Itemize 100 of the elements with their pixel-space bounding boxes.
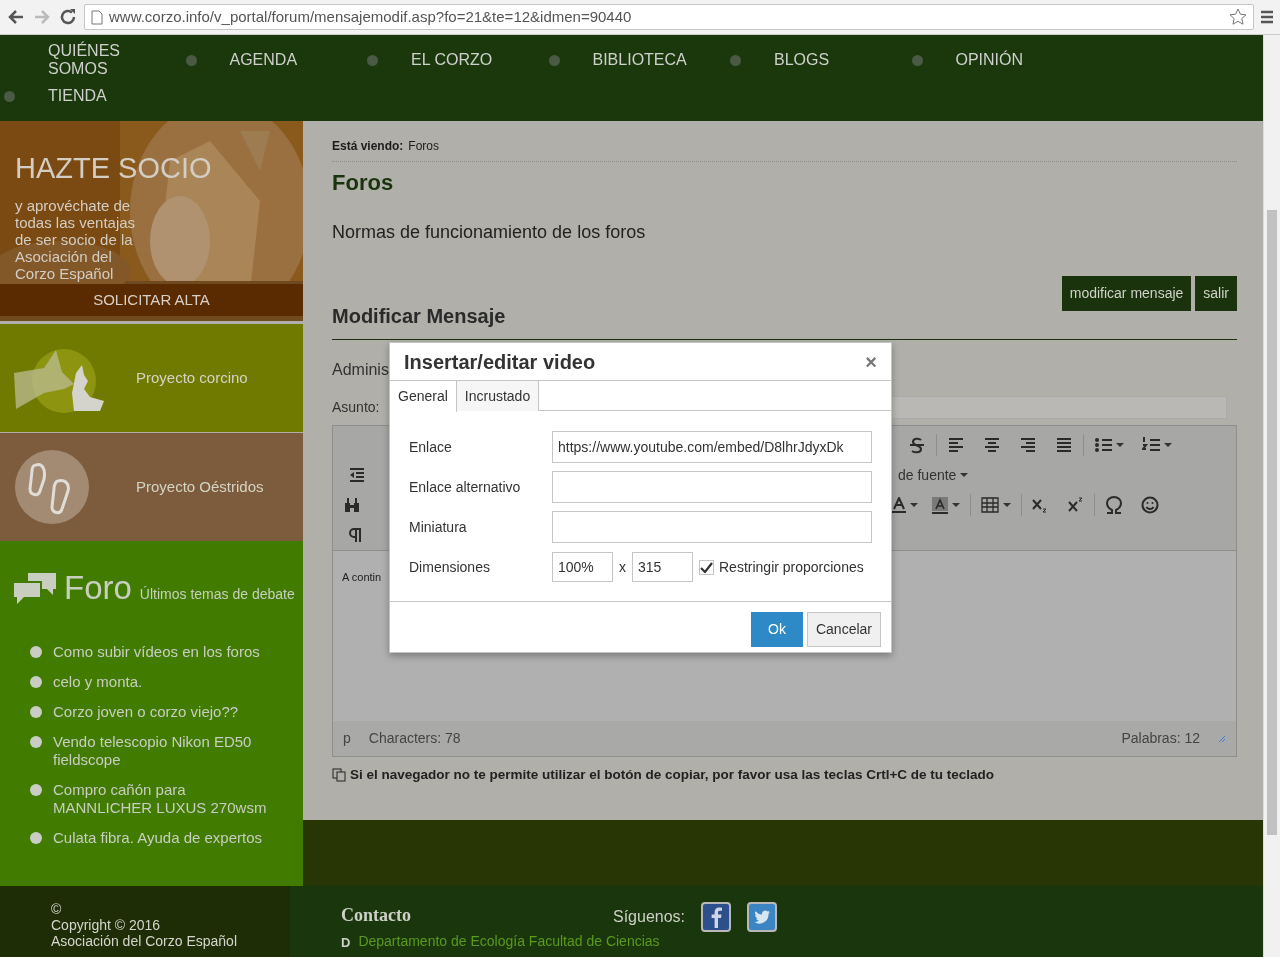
separator-dot <box>367 54 378 66</box>
bullet-list-icon[interactable] <box>1094 436 1112 454</box>
scrollbar-thumb[interactable] <box>1267 210 1277 835</box>
reload-icon[interactable] <box>58 7 78 27</box>
close-button[interactable]: × <box>865 351 877 372</box>
section-title: Modificar Mensaje <box>332 301 1237 340</box>
ok-button[interactable]: Ok <box>751 612 803 647</box>
page-icon <box>91 9 103 25</box>
separator-dot <box>548 54 560 66</box>
scrollbar[interactable] <box>1263 35 1280 957</box>
text-field[interactable]: https://www.youtube.com/embed/D8lhrJdyxDk <box>552 431 872 463</box>
bullet-dot <box>30 832 42 844</box>
cancel-button[interactable]: Cancelar <box>806 612 881 647</box>
nav-link[interactable]: TIENDA <box>48 87 107 105</box>
project-card[interactable]: Proyecto Oéstridos <box>0 433 303 541</box>
omega-icon[interactable] <box>1105 496 1123 514</box>
caret-icon[interactable] <box>960 473 969 477</box>
height-field[interactable]: 315 <box>632 552 693 582</box>
contact-title: Contacto <box>341 904 412 927</box>
subject-label: Asunto: <box>332 398 380 417</box>
menu-icon[interactable] <box>1260 10 1274 24</box>
caret-icon[interactable] <box>952 503 960 507</box>
element-path: p <box>343 729 351 748</box>
bullet-dot <box>30 706 42 718</box>
promo-title: HAZTE SOCIO <box>15 153 213 183</box>
promo-text: y aprovéchate de todas las ventajas de ser socio de la Asociación del Corzo Español <box>15 197 137 282</box>
copy-icon <box>332 768 346 783</box>
text-color-icon[interactable] <box>892 496 906 514</box>
nav-link[interactable]: BIBLIOTECA <box>592 51 687 69</box>
separator-text: x <box>619 557 626 577</box>
separator-dot <box>185 54 197 66</box>
breadcrumb-label: Está viendo: <box>332 139 404 153</box>
checkbox[interactable] <box>699 559 714 575</box>
project-label: Proyecto corcino <box>136 367 248 388</box>
field-label: Dimensiones <box>409 557 491 577</box>
bullet-dot <box>30 784 42 796</box>
bullet-letter: D <box>341 934 351 952</box>
separator-dot <box>911 54 923 66</box>
contact-link[interactable]: Departamento de Ecología Facultad de Ciencias <box>358 933 660 949</box>
author-label: Adminis <box>332 360 389 380</box>
action-button[interactable]: salir <box>1195 276 1237 311</box>
page-title: Foros <box>332 169 395 197</box>
width-field[interactable]: 100% <box>552 552 613 582</box>
bullet-dot <box>30 676 42 688</box>
paragraph-mark-icon[interactable] <box>348 527 364 543</box>
nav-link[interactable]: QUIÉNES SOMOS <box>48 42 158 78</box>
align-right-icon[interactable] <box>1019 436 1037 454</box>
text-field[interactable] <box>552 511 872 543</box>
justify-icon[interactable] <box>1055 436 1073 454</box>
resize-grip-icon[interactable] <box>1218 734 1226 743</box>
address-bar[interactable]: www.corzo.info/v_portal/forum/mensajemodif.asp?fo=21&te=12&idmen=90440 <box>84 4 1254 30</box>
superscript-icon[interactable] <box>1068 497 1084 513</box>
checkbox-label: Restringir proporciones <box>719 557 864 577</box>
caret-icon[interactable] <box>1164 443 1172 447</box>
field-label: Enlace <box>409 437 453 457</box>
nav-link[interactable]: AGENDA <box>229 51 298 69</box>
word-count: Palabras: 12 <box>1121 729 1200 748</box>
font-size-menu[interactable]: de fuente <box>898 464 957 486</box>
outdent-icon[interactable] <box>348 467 366 483</box>
tab[interactable]: Incrustado <box>456 381 540 411</box>
rules-link[interactable]: Normas de funcionamiento de los foros <box>332 222 646 242</box>
project-label: Proyecto Oéstridos <box>136 476 264 497</box>
bullet-dot <box>30 736 42 748</box>
caret-icon[interactable] <box>910 503 918 507</box>
align-left-icon[interactable] <box>947 436 965 454</box>
smiley-icon[interactable] <box>1141 496 1159 514</box>
tab[interactable]: General <box>390 381 457 412</box>
facebook-icon[interactable] <box>701 902 732 932</box>
nav-link[interactable]: BLOGS <box>774 51 830 69</box>
action-button[interactable]: modificar mensaje <box>1061 276 1192 311</box>
url-text: www.corzo.info/v_portal/forum/mensajemodif.asp?fo=21&te=12&idmen=90440 <box>109 6 632 27</box>
star-icon[interactable] <box>1229 8 1247 26</box>
copy-note: Si el navegador no te permite utilizar el botón de copiar, por favor usa las teclas Crtl+C de tu teclado <box>350 766 995 784</box>
binoculars-icon[interactable] <box>344 497 360 513</box>
nav-link[interactable]: EL CORZO <box>411 51 493 69</box>
twitter-icon[interactable] <box>747 902 778 932</box>
nav-link[interactable]: OPINIÓN <box>955 51 1024 69</box>
highlight-color-icon[interactable] <box>932 496 948 514</box>
separator-dot <box>4 90 15 102</box>
bullet-dot <box>30 646 42 658</box>
dialog-title: Insertar/editar video <box>404 349 596 375</box>
caret-icon[interactable] <box>1003 503 1011 507</box>
speech-bubbles-icon <box>14 573 56 605</box>
caret-icon[interactable] <box>1116 443 1124 447</box>
follow-label: Síguenos: <box>613 907 686 927</box>
table-icon[interactable] <box>981 497 999 513</box>
field-label: Enlace alternativo <box>409 477 522 497</box>
strikethrough-icon[interactable] <box>908 436 926 454</box>
character-count: Characters: 78 <box>368 729 461 748</box>
forum-title: Foro <box>64 571 132 605</box>
copyright-text: Asociación del Corzo Español <box>51 933 238 949</box>
subscript-icon[interactable] <box>1032 497 1048 513</box>
field-label: Miniatura <box>409 517 468 537</box>
align-center-icon[interactable] <box>983 436 1001 454</box>
signup-button[interactable]: SOLICITAR ALTA <box>0 284 303 316</box>
text-field[interactable] <box>552 471 872 503</box>
numbered-list-icon[interactable] <box>1142 436 1160 454</box>
breadcrumb-link[interactable]: Foros <box>408 139 440 153</box>
copyright-text: © <box>51 901 63 917</box>
copyright-text: Copyright © 2016 <box>51 917 162 933</box>
